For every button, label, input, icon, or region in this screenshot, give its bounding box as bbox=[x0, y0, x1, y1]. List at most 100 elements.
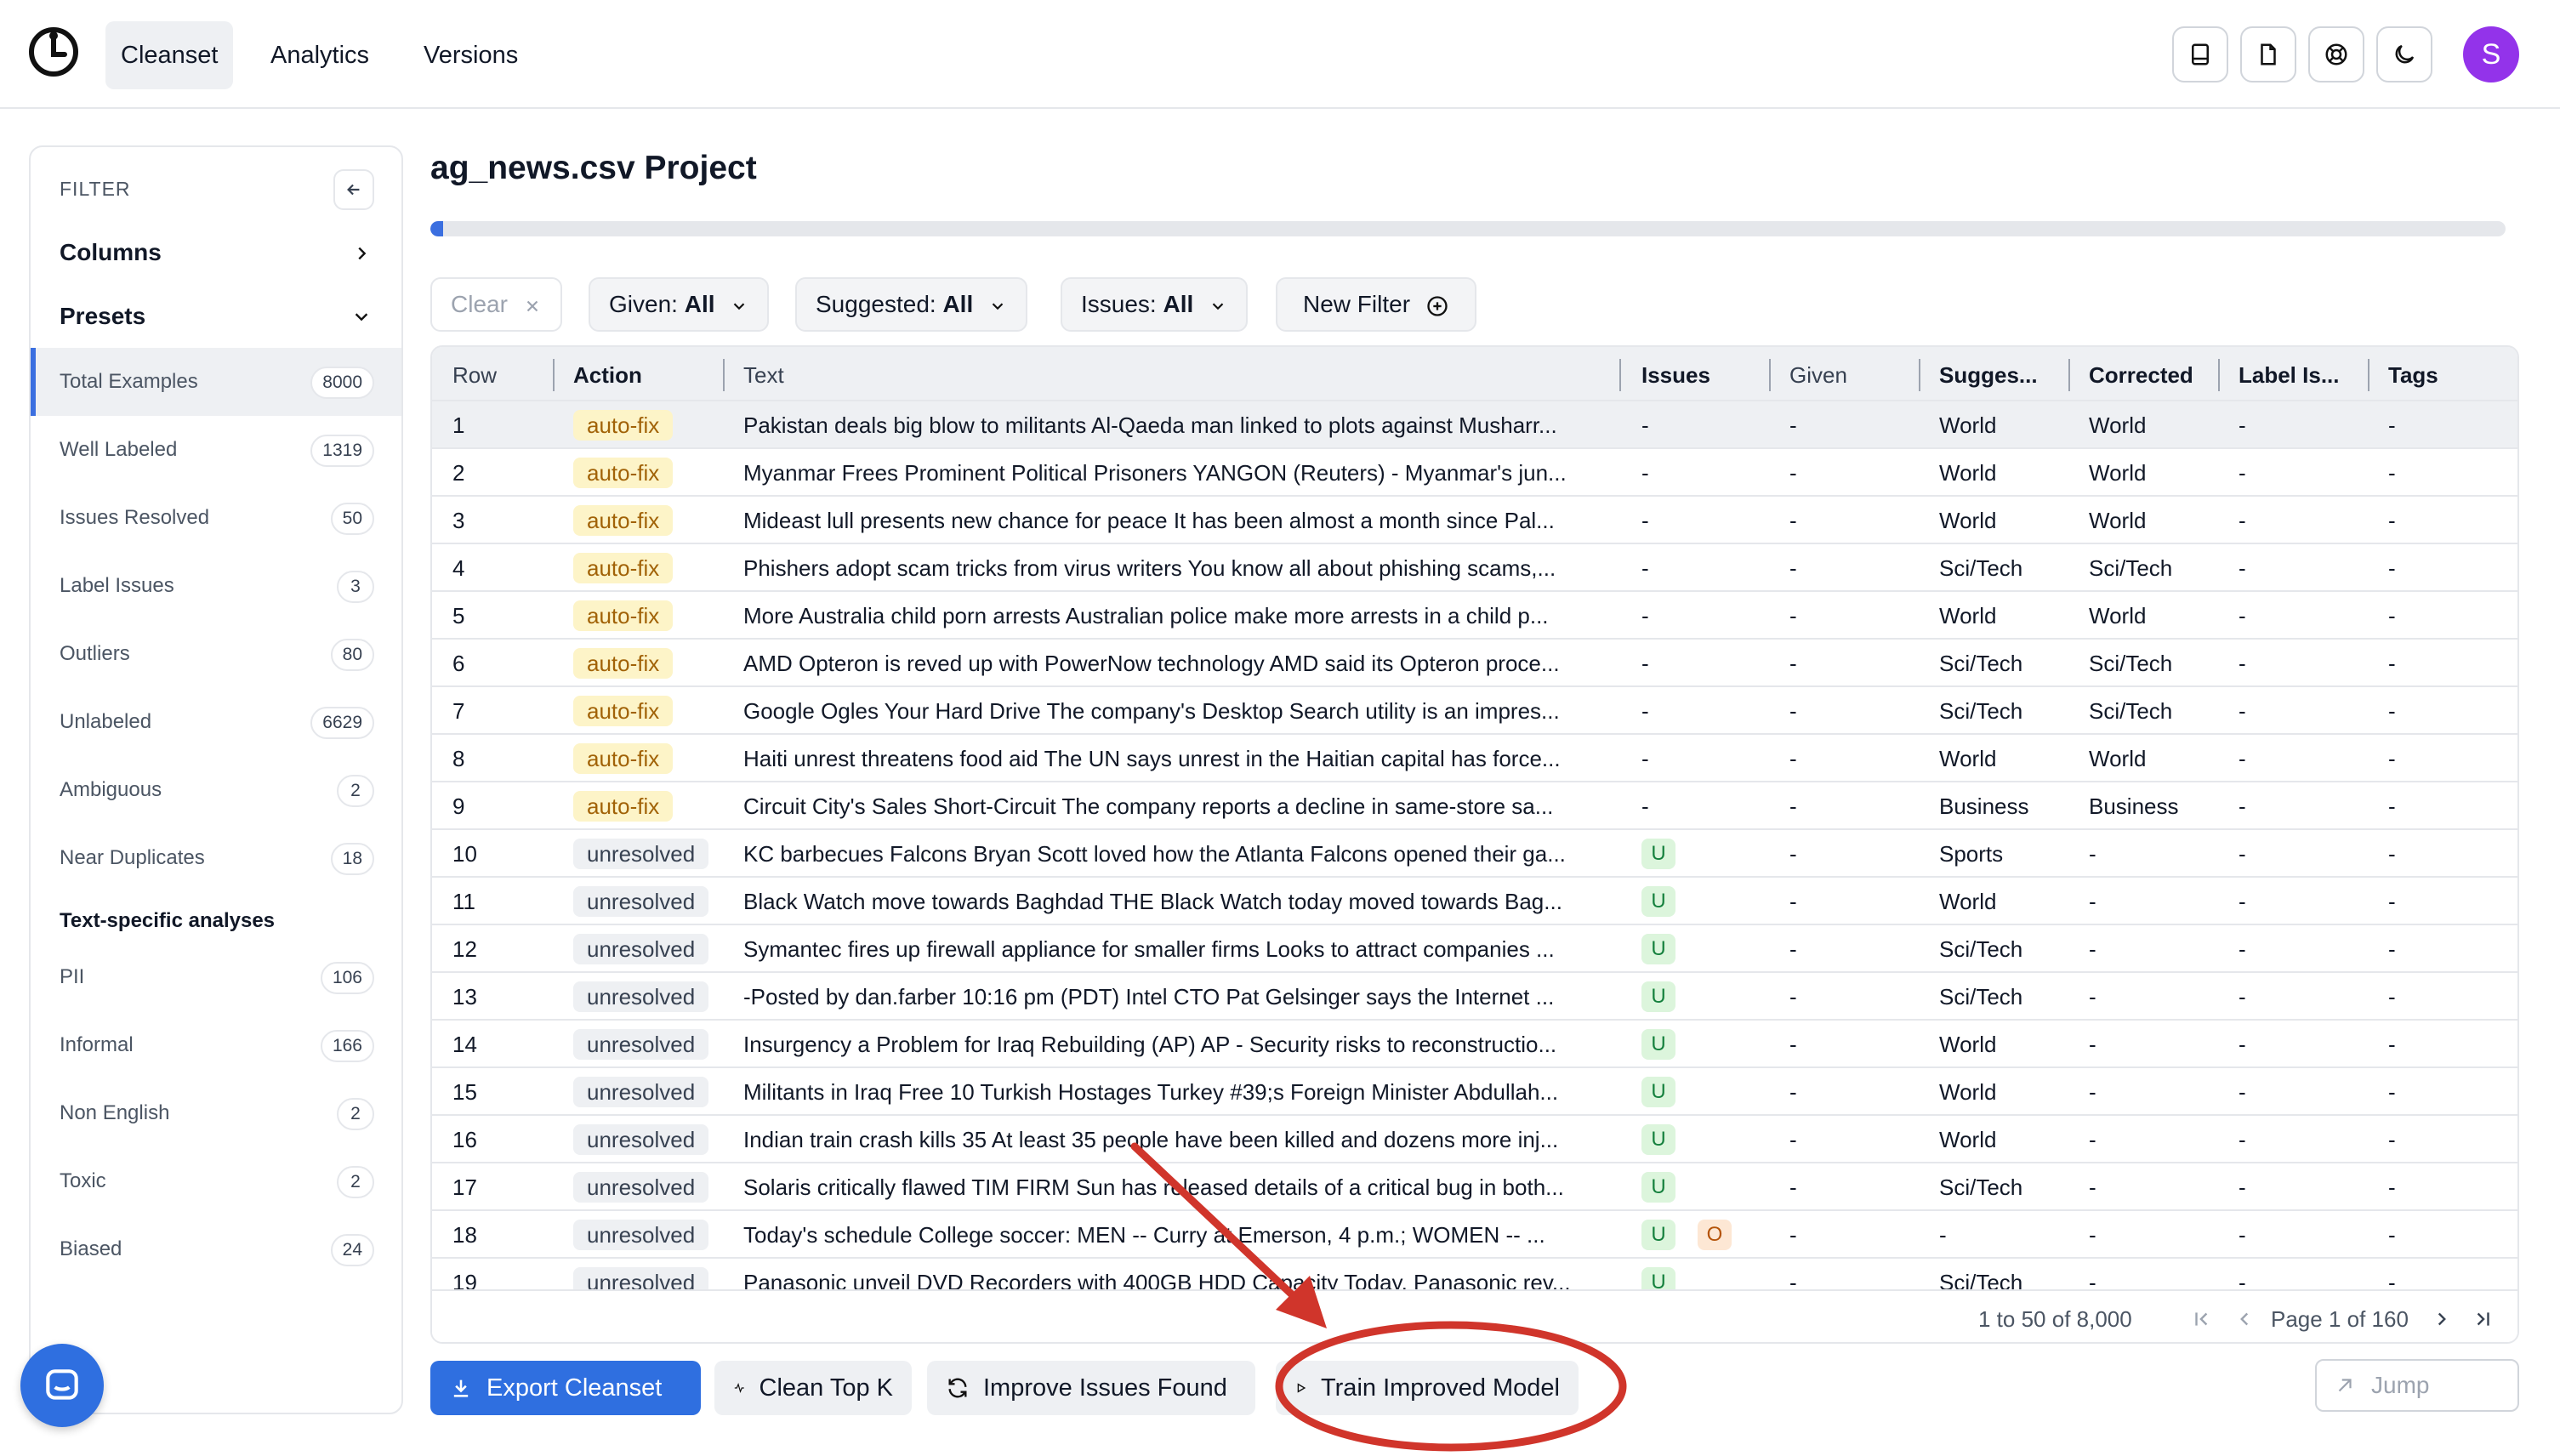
preset-toxic[interactable]: Toxic 2 bbox=[31, 1147, 401, 1215]
action-badge[interactable]: auto-fix bbox=[573, 648, 674, 679]
column-header-suggested[interactable]: Sugges... bbox=[1939, 347, 2058, 401]
avatar[interactable]: S bbox=[2463, 26, 2519, 82]
action-badge[interactable]: auto-fix bbox=[573, 743, 674, 774]
cleanlab-logo-icon[interactable] bbox=[27, 26, 80, 78]
column-header-corrected[interactable]: Corrected bbox=[2089, 347, 2193, 401]
column-divider[interactable] bbox=[553, 359, 555, 391]
action-badge[interactable]: auto-fix bbox=[573, 696, 674, 726]
cell-text: AMD Opteron is reved up with PowerNow te… bbox=[743, 651, 1560, 676]
column-divider[interactable] bbox=[723, 359, 725, 391]
table-row[interactable]: 17 Solaris critically flawed TIM FIRM Sun… bbox=[432, 1163, 2517, 1211]
preset-total-examples[interactable]: Total Examples 8000 bbox=[31, 348, 401, 416]
tab-versions[interactable]: Versions bbox=[408, 21, 533, 89]
preset-outliers[interactable]: Outliers 80 bbox=[31, 620, 401, 688]
first-page-icon[interactable] bbox=[2191, 1308, 2213, 1330]
presets-section[interactable]: Presets bbox=[60, 303, 145, 330]
column-header-label-issue[interactable]: Label Is... bbox=[2239, 347, 2358, 401]
table-row[interactable]: 8 Haiti unrest threatens food aid The UN … bbox=[432, 735, 2517, 782]
document-button[interactable] bbox=[2240, 26, 2296, 82]
column-divider[interactable] bbox=[1769, 359, 1771, 391]
clean-top-k-button[interactable]: Clean Top K bbox=[714, 1361, 912, 1415]
table-row[interactable]: 10 KC barbecues Falcons Bryan Scott loved… bbox=[432, 830, 2517, 878]
preset-informal[interactable]: Informal 166 bbox=[31, 1011, 401, 1079]
dark-mode-button[interactable] bbox=[2376, 26, 2432, 82]
help-button[interactable] bbox=[2308, 26, 2364, 82]
last-page-icon[interactable] bbox=[2472, 1308, 2494, 1330]
action-badge[interactable]: unresolved bbox=[573, 839, 709, 869]
action-badge[interactable]: unresolved bbox=[573, 886, 709, 917]
preset-non-english[interactable]: Non English 2 bbox=[31, 1079, 401, 1147]
improve-issues-found-button[interactable]: Improve Issues Found bbox=[927, 1361, 1255, 1415]
column-divider[interactable] bbox=[2218, 359, 2220, 391]
action-badge[interactable]: auto-fix bbox=[573, 505, 674, 536]
preset-biased[interactable]: Biased 24 bbox=[31, 1215, 401, 1283]
preset-label-issues[interactable]: Label Issues 3 bbox=[31, 552, 401, 620]
action-badge[interactable]: auto-fix bbox=[573, 553, 674, 583]
action-badge[interactable]: unresolved bbox=[573, 1172, 709, 1203]
chevron-right-icon[interactable] bbox=[349, 241, 374, 266]
action-badge[interactable]: unresolved bbox=[573, 981, 709, 1012]
clear-filters-button[interactable]: Clear bbox=[430, 277, 562, 332]
table-row[interactable]: 9 Circuit City's Sales Short-Circuit The … bbox=[432, 782, 2517, 830]
preset-issues-resolved[interactable]: Issues Resolved 50 bbox=[31, 484, 401, 552]
preset-ambiguous[interactable]: Ambiguous 2 bbox=[31, 756, 401, 824]
chevron-down-icon[interactable] bbox=[349, 304, 374, 329]
new-filter-button[interactable]: New Filter bbox=[1276, 277, 1476, 332]
docs-button[interactable] bbox=[2172, 26, 2228, 82]
preset-near-duplicates[interactable]: Near Duplicates 18 bbox=[31, 824, 401, 892]
table-row[interactable]: 13 -Posted by dan.farber 10:16 pm (PDT) I… bbox=[432, 973, 2517, 1021]
table-row[interactable]: 11 Black Watch move towards Baghdad THE B… bbox=[432, 878, 2517, 925]
action-badge[interactable]: auto-fix bbox=[573, 458, 674, 488]
action-badge[interactable]: unresolved bbox=[573, 1220, 709, 1250]
column-header-row[interactable]: Row bbox=[452, 347, 497, 401]
action-badge[interactable]: unresolved bbox=[573, 1124, 709, 1155]
unlabeled-issue-badge: U bbox=[1641, 839, 1675, 869]
next-page-icon[interactable] bbox=[2431, 1308, 2453, 1330]
cell-label-issue: - bbox=[2239, 698, 2246, 724]
column-header-text[interactable]: Text bbox=[743, 347, 784, 401]
table-row[interactable]: 7 Google Ogles Your Hard Drive The compan… bbox=[432, 687, 2517, 735]
table-row[interactable]: 6 AMD Opteron is reved up with PowerNow t… bbox=[432, 640, 2517, 687]
given-filter-dropdown[interactable]: Given: All bbox=[589, 277, 770, 332]
table-row[interactable]: 4 Phishers adopt scam tricks from virus w… bbox=[432, 544, 2517, 592]
issues-filter-dropdown[interactable]: Issues: All bbox=[1061, 277, 1249, 332]
action-badge[interactable]: auto-fix bbox=[573, 791, 674, 822]
preset-pii[interactable]: PII 106 bbox=[31, 943, 401, 1011]
action-badge[interactable]: unresolved bbox=[573, 1029, 709, 1060]
suggested-filter-dropdown[interactable]: Suggested: All bbox=[795, 277, 1028, 332]
train-improved-model-button[interactable]: Train Improved Model bbox=[1276, 1361, 1579, 1415]
action-badge[interactable]: auto-fix bbox=[573, 410, 674, 441]
jump-input[interactable]: Jump bbox=[2315, 1359, 2519, 1412]
table-row[interactable]: 16 Indian train crash kills 35 At least 3… bbox=[432, 1116, 2517, 1163]
action-badge[interactable]: unresolved bbox=[573, 1077, 709, 1107]
collapse-sidebar-button[interactable] bbox=[333, 169, 374, 210]
table-row[interactable]: 14 Insurgency a Problem for Iraq Rebuildi… bbox=[432, 1021, 2517, 1068]
column-header-tags[interactable]: Tags bbox=[2388, 347, 2438, 401]
chat-support-button[interactable] bbox=[20, 1344, 104, 1427]
table-row[interactable]: 1 Pakistan deals big blow to militants Al… bbox=[432, 401, 2517, 449]
tab-analytics[interactable]: Analytics bbox=[255, 21, 384, 89]
cell-text: Phishers adopt scam tricks from virus wr… bbox=[743, 555, 1556, 581]
preset-well-labeled[interactable]: Well Labeled 1319 bbox=[31, 416, 401, 484]
columns-section[interactable]: Columns bbox=[60, 239, 162, 266]
table-row[interactable]: 15 Militants in Iraq Free 10 Turkish Host… bbox=[432, 1068, 2517, 1116]
table-row[interactable]: 18 Today's schedule College soccer: MEN -… bbox=[432, 1211, 2517, 1259]
column-header-given[interactable]: Given bbox=[1789, 347, 1847, 401]
previous-page-icon[interactable] bbox=[2233, 1308, 2256, 1330]
action-badge[interactable]: auto-fix bbox=[573, 600, 674, 631]
export-cleanset-button[interactable]: Export Cleanset bbox=[430, 1361, 701, 1415]
table-row[interactable]: 12 Symantec fires up firewall appliance f… bbox=[432, 925, 2517, 973]
column-header-issues[interactable]: Issues bbox=[1641, 347, 1710, 401]
column-divider[interactable] bbox=[1919, 359, 1920, 391]
column-divider[interactable] bbox=[2368, 359, 2369, 391]
column-divider[interactable] bbox=[2068, 359, 2070, 391]
column-divider[interactable] bbox=[1619, 359, 1621, 391]
table-row[interactable]: 3 Mideast lull presents new chance for pe… bbox=[432, 497, 2517, 544]
table-row[interactable]: 2 Myanmar Frees Prominent Political Priso… bbox=[432, 449, 2517, 497]
cell-tags: - bbox=[2388, 1127, 2396, 1152]
action-badge[interactable]: unresolved bbox=[573, 934, 709, 964]
preset-unlabeled[interactable]: Unlabeled 6629 bbox=[31, 688, 401, 756]
tab-cleanset[interactable]: Cleanset bbox=[105, 21, 234, 89]
table-row[interactable]: 5 More Australia child porn arrests Austr… bbox=[432, 592, 2517, 640]
column-header-action[interactable]: Action bbox=[573, 347, 642, 401]
